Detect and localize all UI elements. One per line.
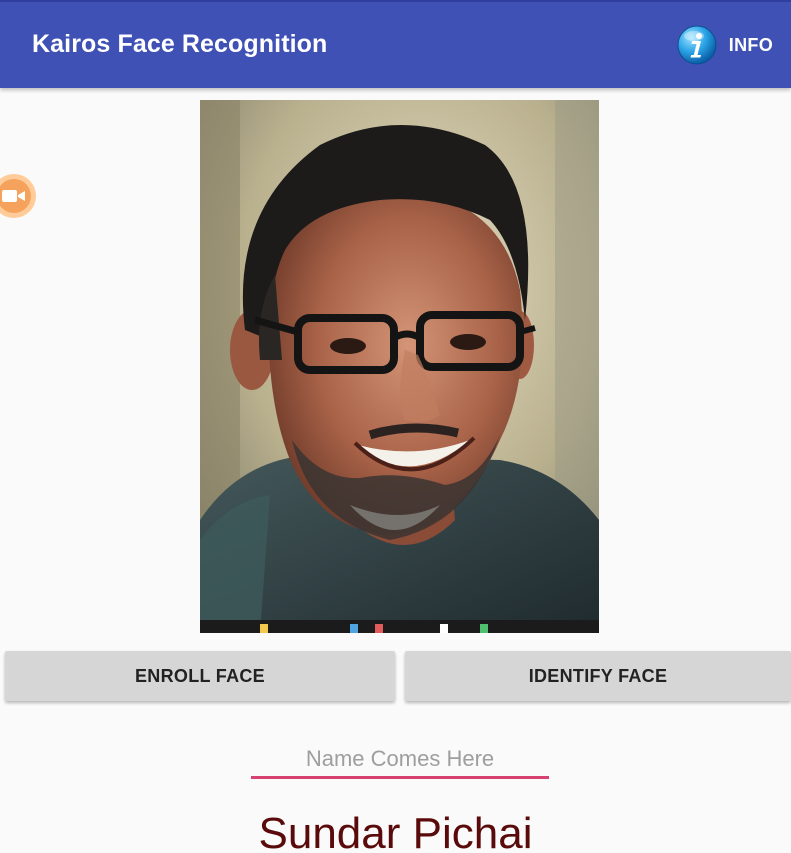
app-screen: Kairos Face Recognition INFO ENROLL FACE… <box>0 0 791 853</box>
info-icon <box>677 25 717 65</box>
app-toolbar: Kairos Face Recognition INFO <box>0 0 791 88</box>
camera-bubble-inner <box>0 179 31 213</box>
face-photo <box>200 100 599 633</box>
camera-bubble[interactable] <box>0 174 36 218</box>
info-button[interactable]: INFO <box>677 24 773 66</box>
identify-face-button[interactable]: IDENTIFY FACE <box>405 651 791 701</box>
recognized-name: Sundar Pichai <box>258 809 533 853</box>
app-title: Kairos Face Recognition <box>32 30 328 58</box>
name-input[interactable] <box>251 741 549 779</box>
enroll-face-button[interactable]: ENROLL FACE <box>5 651 395 701</box>
video-camera-icon <box>2 190 25 202</box>
info-label: INFO <box>728 34 773 55</box>
